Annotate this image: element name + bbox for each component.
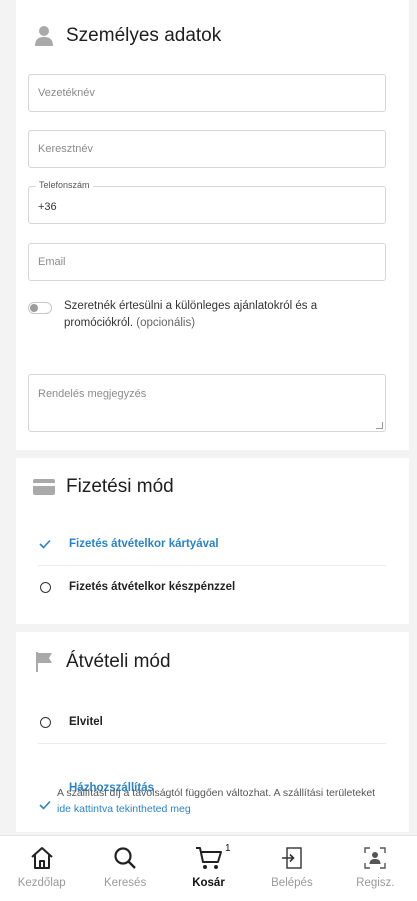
register-icon [363,845,387,871]
promo-consent-toggle[interactable] [28,302,52,314]
pickup-option-takeaway-label: Elvitel [69,716,103,728]
home-icon [29,845,55,871]
nav-search-label: Keresés [104,877,147,889]
first-name-field[interactable]: Keresztnév [28,130,386,168]
personal-data-title: Személyes adatok [66,25,222,46]
nav-item-login[interactable]: Belépés [250,836,333,901]
search-icon [112,845,138,871]
nav-item-cart[interactable]: 1 Kosár [167,836,250,901]
pickup-header: Átvételi mód [32,650,171,674]
nav-item-register[interactable]: Regisz. [334,836,417,901]
delivery-description: A szállítási díj a távolságtól függően v… [57,785,377,817]
phone-label: Telefonszám [36,180,93,190]
divider [38,565,386,566]
personal-data-section: Személyes adatok Vezetéknév Keresztnév T… [16,0,409,352]
email-placeholder: Email [38,256,66,268]
toggle-knob [30,304,38,312]
checkmark-icon [38,537,52,551]
cart-icon: 1 [195,843,231,871]
credit-card-icon [32,475,56,499]
order-note-section: Rendelés megjegyzés [16,352,409,450]
promo-consent-text: Szeretnék értesülni a különleges ajánlat… [64,298,384,332]
payment-option-cash[interactable]: Fizetés átvételkor készpénzzel [38,580,235,594]
payment-method-section: Fizetési mód Fizetés átvételkor kártyáva… [16,458,409,624]
bottom-navigation: Kezdőlap Keresés 1 Kosár Belépés Regisz. [0,835,417,901]
order-note-placeholder: Rendelés megjegyzés [38,388,147,400]
person-icon [32,24,56,48]
last-name-placeholder: Vezetéknév [38,87,95,99]
resize-handle-icon[interactable] [376,422,383,429]
nav-register-label: Regisz. [356,877,395,889]
radio-icon [38,715,52,729]
payment-header: Fizetési mód [32,475,174,499]
delivery-areas-link[interactable]: ide kattintva tekintheted meg [57,803,191,815]
personal-data-header: Személyes adatok [32,24,221,48]
payment-option-cash-label: Fizetés átvételkor készpénzzel [69,581,236,593]
email-field[interactable]: Email [28,243,386,281]
payment-title: Fizetési mód [66,476,174,497]
pickup-title: Átvételi mód [66,651,171,672]
pickup-option-takeaway[interactable]: Elvitel [22,715,103,729]
phone-value: +36 [38,201,57,213]
nav-cart-label: Kosár [192,877,225,889]
payment-option-card-label: Fizetés átvételkor kártyával [69,538,219,550]
nav-home-label: Kezdőlap [17,877,66,889]
payment-option-card[interactable]: Fizetés átvételkor kártyával [38,537,219,551]
radio-icon [38,580,52,594]
last-name-field[interactable]: Vezetéknév [28,74,386,112]
nav-item-search[interactable]: Keresés [83,836,166,901]
first-name-placeholder: Keresztnév [38,143,94,155]
login-icon [281,845,303,871]
delivery-note: A szállítási díj a távolságtól függően v… [57,787,376,799]
nav-login-label: Belépés [271,877,313,889]
phone-field[interactable]: Telefonszám +36 [28,180,386,224]
checkout-page: Személyes adatok Vezetéknév Keresztnév T… [0,0,417,901]
consent-optional: (opcionális) [136,317,196,329]
checkmark-icon [38,798,52,812]
divider [38,743,386,744]
cart-badge: 1 [224,843,231,854]
flag-icon [32,650,56,674]
order-note-textarea[interactable]: Rendelés megjegyzés [28,374,386,432]
nav-item-home[interactable]: Kezdőlap [0,836,83,901]
